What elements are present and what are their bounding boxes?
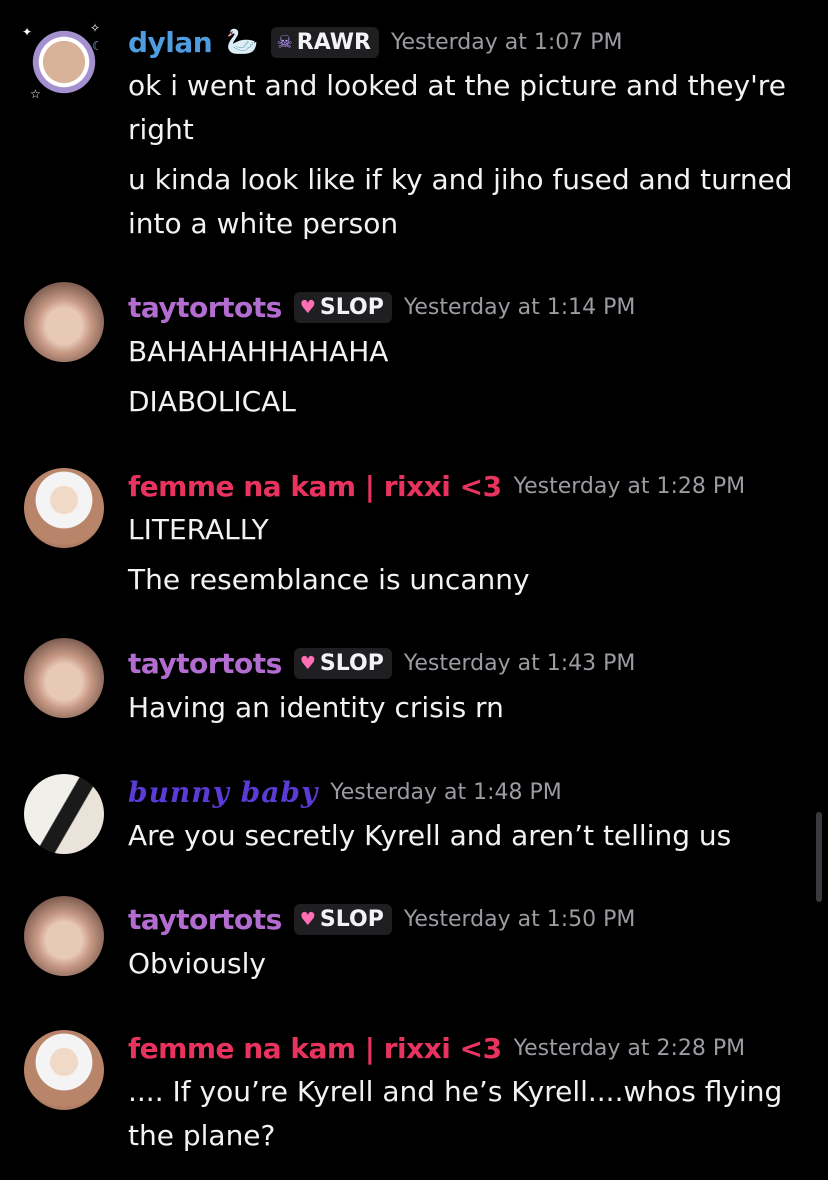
role-tag[interactable]: ♥ SLOP	[293, 291, 392, 323]
role-tag-label: SLOP	[319, 906, 384, 932]
avatar[interactable]	[24, 1030, 104, 1110]
timestamp: Yesterday at 2:28 PM	[513, 1035, 746, 1061]
username[interactable]: femme na kam | rixxi <3	[128, 470, 502, 503]
avatar[interactable]	[24, 468, 104, 548]
message-text: Are you secretly Kyrell and aren’t telli…	[128, 819, 732, 852]
username[interactable]: taytortots	[128, 903, 282, 936]
moon-decoration-icon: ☾	[92, 39, 103, 53]
role-tag-label: SLOP	[319, 650, 384, 676]
message-text: Having an identity crisis rn	[128, 691, 504, 724]
scrollbar[interactable]	[816, 812, 822, 902]
star-decoration-icon: ✧	[90, 21, 101, 35]
heart-icon: ♥	[299, 652, 316, 674]
timestamp: Yesterday at 1:28 PM	[513, 473, 746, 499]
timestamp: Yesterday at 1:14 PM	[403, 294, 636, 320]
message-text: The resemblance is uncanny	[128, 563, 530, 596]
timestamp: Yesterday at 1:43 PM	[403, 650, 636, 676]
avatar[interactable]	[24, 638, 104, 718]
username[interactable]: femme na kam | rixxi <3	[128, 1032, 502, 1065]
avatar[interactable]	[24, 774, 104, 854]
username[interactable]: dylan	[128, 26, 213, 59]
star-decoration-icon: ☆	[30, 87, 41, 101]
avatar[interactable]	[24, 896, 104, 976]
timestamp: Yesterday at 1:50 PM	[403, 906, 636, 932]
message-text: Obviously	[128, 947, 266, 980]
role-tag[interactable]: ♥ SLOP	[293, 647, 392, 679]
username[interactable]: taytortots	[128, 291, 282, 324]
avatar[interactable]	[24, 282, 104, 362]
heart-icon: ♥	[299, 908, 316, 930]
timestamp: Yesterday at 1:48 PM	[330, 779, 562, 805]
role-tag[interactable]: ♥ SLOP	[293, 903, 392, 935]
goose-emoji: 🦢	[226, 27, 259, 57]
message-text: u kinda look like if ky and jiho fused a…	[128, 163, 793, 240]
star-decoration-icon: ✦	[22, 25, 33, 39]
timestamp: Yesterday at 1:07 PM	[390, 29, 623, 55]
username[interactable]: bunny baby	[128, 776, 318, 809]
message-text: ok i went and looked at the picture and …	[128, 69, 786, 146]
skull-icon: ☠	[276, 31, 293, 53]
heart-icon: ♥	[299, 296, 316, 318]
role-tag-label: RAWR	[296, 29, 371, 55]
message-text: LITERALLY	[128, 513, 269, 546]
username[interactable]: taytortots	[128, 647, 282, 680]
role-tag[interactable]: ☠ RAWR	[270, 26, 379, 58]
message-text: .... If you’re Kyrell and he’s Kyrell...…	[128, 1075, 783, 1152]
message-text: DIABOLICAL	[128, 385, 296, 418]
message-text: BAHAHAHHAHAHA	[128, 335, 389, 368]
role-tag-label: SLOP	[319, 294, 384, 320]
